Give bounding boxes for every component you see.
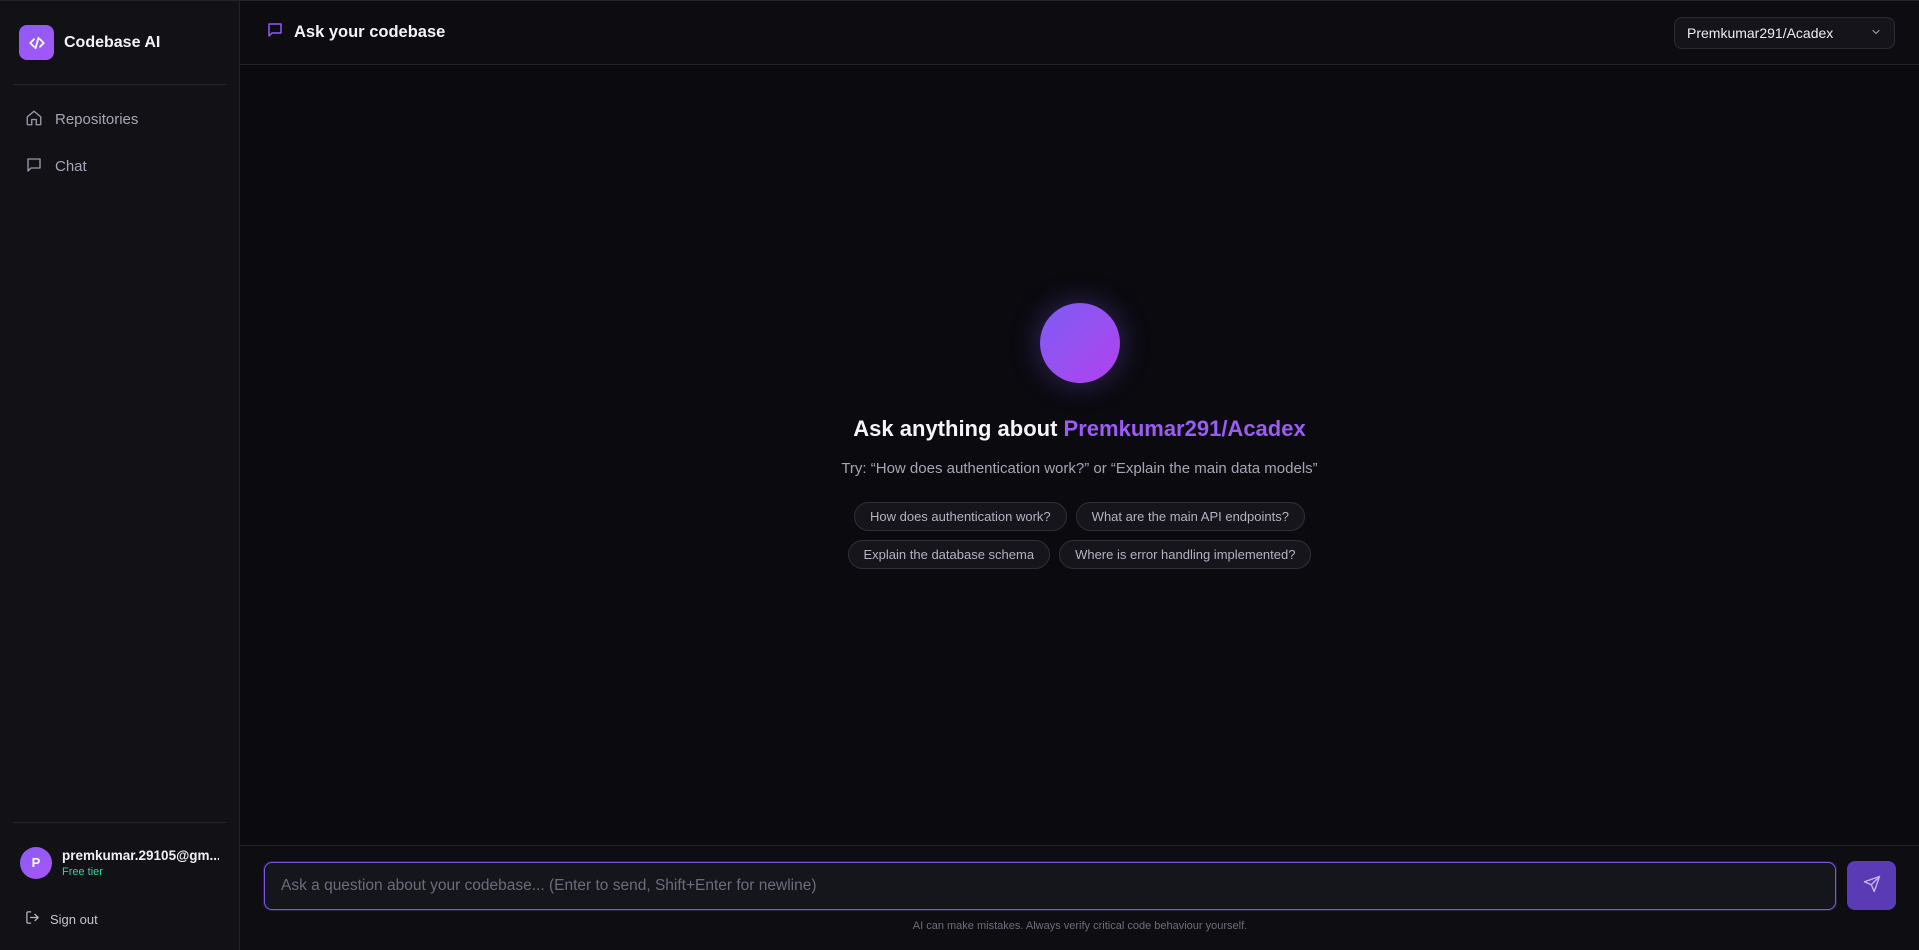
code-icon (19, 25, 54, 60)
composer: AI can make mistakes. Always verify crit… (240, 845, 1919, 950)
chat-bubble-icon (25, 156, 43, 178)
user-email: premkumar.29105@gm... (62, 847, 219, 863)
empty-state-hint: Try: “How does authentication work?” or … (841, 460, 1318, 477)
logout-icon (25, 910, 40, 928)
brand[interactable]: Codebase AI (0, 1, 226, 84)
main-panel: Ask your codebase Premkumar291/Acadex As… (240, 1, 1919, 950)
user-profile[interactable]: P premkumar.29105@gm... Free tier (0, 823, 239, 902)
page-title: Ask your codebase (266, 21, 445, 44)
sidebar-item-chat[interactable]: Chat (13, 146, 226, 187)
disclaimer: AI can make mistakes. Always verify crit… (912, 920, 1248, 932)
sidebar-nav: Repositories Chat (0, 85, 239, 201)
message-input[interactable] (264, 861, 1836, 910)
tier-badge: Free tier (62, 865, 103, 878)
sidebar: Codebase AI Repositories Chat P premkuma… (0, 1, 240, 950)
empty-state-headline: Ask anything about Premkumar291/Acadex (853, 416, 1305, 442)
brand-name: Codebase AI (64, 33, 161, 51)
chat-bubble-icon (266, 21, 284, 44)
sidebar-item-repositories[interactable]: Repositories (13, 99, 226, 140)
suggestion-row: How does authentication work? What are t… (854, 502, 1305, 531)
headline-prefix: Ask anything about (853, 416, 1058, 441)
empty-state: Ask anything about Premkumar291/Acadex T… (240, 65, 1919, 845)
app-root: Codebase AI Repositories Chat P premkuma… (0, 0, 1919, 950)
sidebar-item-label: Chat (55, 158, 87, 175)
user-info: premkumar.29105@gm... Free tier (62, 848, 219, 878)
composer-row (264, 861, 1896, 910)
sign-out-label: Sign out (50, 911, 98, 927)
send-button[interactable] (1847, 861, 1896, 910)
sign-out-button[interactable]: Sign out (0, 902, 239, 936)
headline-repo: Premkumar291/Acadex (1063, 416, 1306, 441)
top-bar: Ask your codebase Premkumar291/Acadex (240, 1, 1919, 65)
avatar: P (20, 846, 52, 879)
repo-select-value: Premkumar291/Acadex (1687, 24, 1834, 41)
home-icon (25, 109, 43, 131)
suggestion-chip[interactable]: Explain the database schema (847, 540, 1051, 569)
suggestion-row: Explain the database schema Where is err… (847, 540, 1312, 569)
sidebar-item-label: Repositories (55, 111, 139, 128)
suggestion-chip[interactable]: Where is error handling implemented? (1059, 540, 1312, 569)
suggestion-chip[interactable]: How does authentication work? (854, 502, 1067, 531)
chevron-down-icon (1870, 25, 1882, 41)
send-icon (1863, 875, 1881, 896)
repo-select[interactable]: Premkumar291/Acadex (1674, 16, 1895, 49)
suggestion-chip[interactable]: What are the main API endpoints? (1075, 502, 1305, 531)
page-title-text: Ask your codebase (294, 23, 446, 41)
suggestion-chips: How does authentication work? What are t… (847, 502, 1312, 569)
assistant-orb (1039, 303, 1120, 383)
